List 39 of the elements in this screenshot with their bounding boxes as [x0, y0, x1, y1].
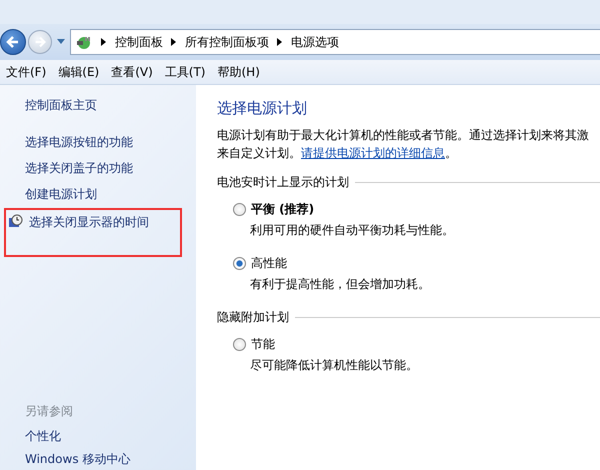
radio-button[interactable]: [233, 257, 246, 270]
menu-item[interactable]: 编辑(E): [52, 64, 106, 80]
address-bar[interactable]: 控制面板 所有控制面板项 电源选项: [70, 29, 600, 55]
description-text: 电源计划有助于最大化计算机的性能或者节能。通过选择计划来将其激: [217, 127, 590, 144]
breadcrumb-item[interactable]: 控制面板: [115, 34, 163, 50]
menu-item[interactable]: 查看(V): [105, 64, 159, 80]
chevron-icon: [277, 38, 283, 46]
radio-button[interactable]: [233, 338, 246, 351]
back-arrow-icon: [5, 34, 21, 50]
sidebar-link[interactable]: 创建电源计划: [25, 186, 97, 203]
group-heading: 电池安时计上显示的计划: [217, 174, 349, 191]
group-heading: 隐藏附加计划: [217, 309, 289, 326]
sidebar-link[interactable]: 选择关闭盖子的功能: [25, 160, 133, 177]
section-heading: 另请参阅: [25, 403, 74, 420]
sidebar-link[interactable]: 控制面板主页: [25, 97, 196, 114]
sidebar-link[interactable]: 个性化: [25, 428, 196, 445]
details-link[interactable]: 请提供电源计划的详细信息: [301, 146, 445, 160]
breadcrumb-item[interactable]: 所有控制面板项: [185, 34, 269, 50]
sidebar-link[interactable]: 选择关闭显示器的时间: [29, 214, 149, 231]
radio-button[interactable]: [233, 203, 246, 216]
back-button[interactable]: [0, 29, 26, 55]
menu-item[interactable]: 帮助(H): [212, 64, 266, 80]
plan-name: 高性能: [251, 255, 287, 272]
sidebar-link[interactable]: Windows 移动中心: [25, 451, 196, 468]
description-text: 来自定义计划。请提供电源计划的详细信息。: [217, 145, 458, 162]
plan-name: 平衡 (推荐): [251, 201, 314, 218]
plan-description: 利用可用的硬件自动平衡功耗与性能。: [250, 222, 455, 239]
page-title: 选择电源计划: [217, 99, 308, 118]
breadcrumb-item[interactable]: 电源选项: [291, 34, 339, 50]
plan-description: 有利于提高性能，但会增加功耗。: [250, 276, 431, 293]
chevron-icon: [171, 38, 177, 46]
menu-item[interactable]: 文件(F): [0, 64, 52, 80]
dropdown-arrow-icon[interactable]: [56, 38, 66, 46]
menu-item[interactable]: 工具(T): [158, 64, 212, 80]
plan-name: 节能: [251, 336, 275, 353]
chevron-icon: [101, 38, 107, 46]
sidebar-link[interactable]: 选择电源按钮的功能: [25, 134, 133, 151]
plan-description: 尽可能降低计算机性能以节能。: [250, 357, 419, 374]
forward-arrow-icon: [33, 35, 47, 49]
